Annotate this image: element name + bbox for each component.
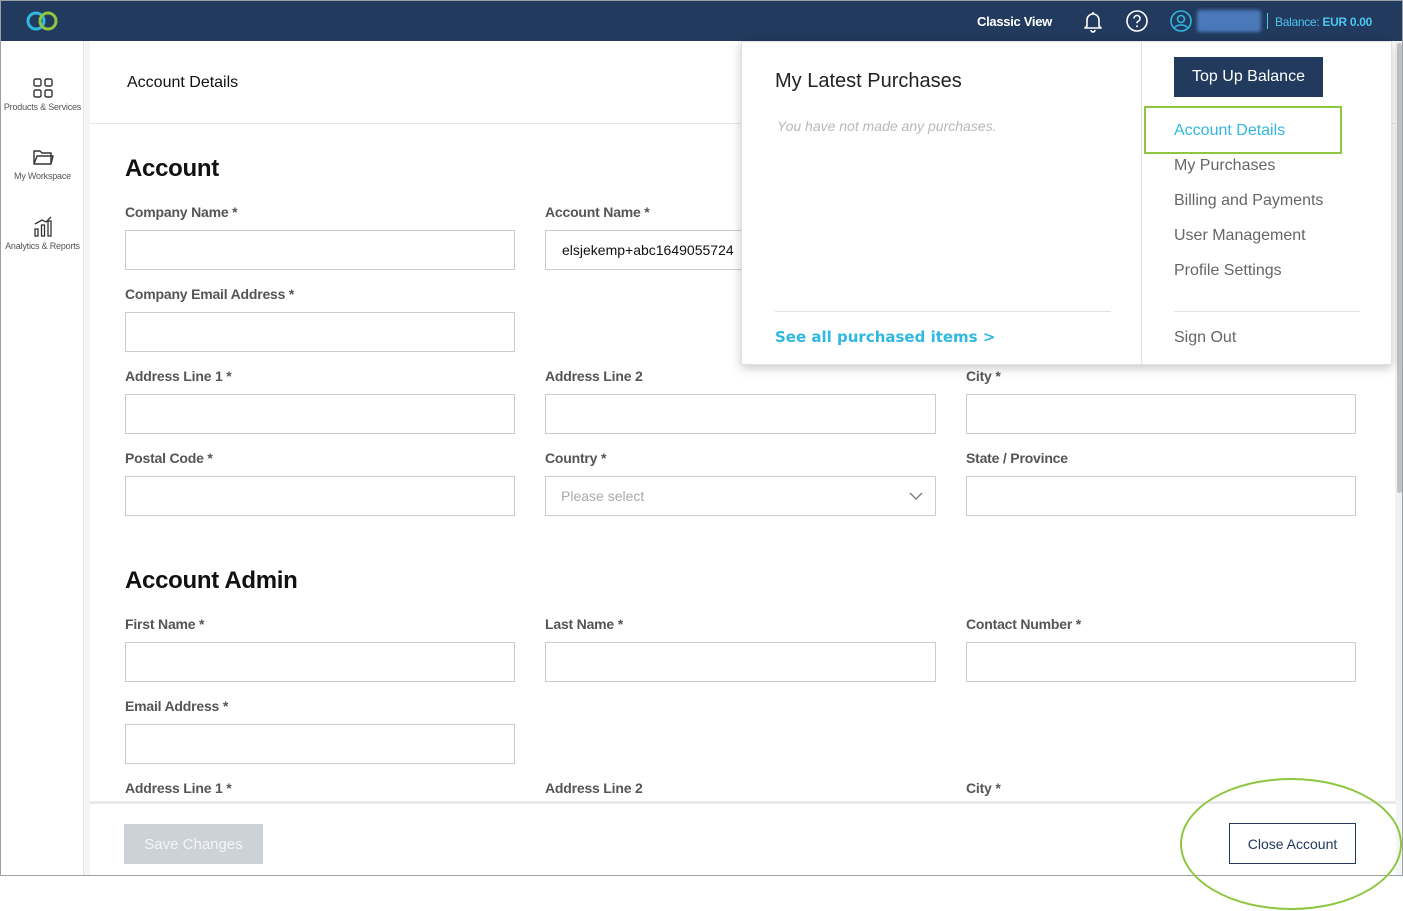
chart-icon — [33, 216, 52, 237]
folder-icon — [32, 150, 54, 165]
company-email-input[interactable] — [125, 312, 515, 352]
logo-icon[interactable] — [25, 9, 59, 33]
address1-label: Address Line 1 * — [125, 368, 232, 384]
app-window: Classic View Balance: EUR 0.00 Products … — [0, 0, 1403, 876]
top-up-balance-button[interactable]: Top Up Balance — [1174, 57, 1323, 97]
no-purchases-text: You have not made any purchases. — [777, 118, 997, 134]
company-email-label: Company Email Address * — [125, 286, 295, 302]
menu-item-user-management[interactable]: User Management — [1174, 227, 1306, 245]
grid-icon — [32, 78, 53, 98]
last-name-input[interactable] — [545, 642, 936, 682]
sidebar-item-label: Products & Services — [3, 102, 82, 112]
email-input[interactable] — [125, 724, 515, 764]
highlight-oval — [1180, 778, 1402, 910]
postal-code-input[interactable] — [125, 476, 515, 516]
sidebar-item-label: My Workspace — [14, 171, 71, 181]
company-name-input[interactable] — [125, 230, 515, 270]
email-label: Email Address * — [125, 698, 229, 714]
country-placeholder: Please select — [561, 488, 645, 504]
bell-icon[interactable] — [1081, 9, 1105, 33]
menu-item-sign-out[interactable]: Sign Out — [1174, 329, 1236, 347]
city-input[interactable] — [966, 394, 1356, 434]
contact-number-label: Contact Number * — [966, 616, 1082, 632]
username-blurred[interactable] — [1197, 10, 1261, 32]
highlight-box — [1144, 106, 1342, 154]
menu-item-my-purchases[interactable]: My Purchases — [1174, 157, 1275, 175]
help-icon[interactable] — [1125, 9, 1149, 33]
topbar-divider — [1267, 13, 1268, 29]
last-name-label: Last Name * — [545, 616, 623, 632]
country-select[interactable]: Please select — [545, 476, 936, 516]
sidebar-item-analytics[interactable]: Analytics & Reports — [1, 215, 84, 251]
sidebar: Products & Services My Workspace Analyti… — [1, 41, 84, 875]
top-bar: Classic View Balance: EUR 0.00 — [1, 1, 1402, 41]
admin-city-label: City * — [966, 780, 1001, 796]
see-all-purchases-link[interactable]: See all purchased items > — [775, 328, 995, 346]
sidebar-item-label: Analytics & Reports — [5, 241, 80, 251]
classic-view-link[interactable]: Classic View — [977, 14, 1052, 29]
divider — [775, 311, 1111, 312]
divider — [1141, 42, 1142, 365]
account-dropdown: My Latest Purchases You have not made an… — [741, 41, 1392, 365]
purchases-title: My Latest Purchases — [775, 70, 962, 92]
contact-number-input[interactable] — [966, 642, 1356, 682]
chevron-down-icon — [909, 492, 923, 500]
state-input[interactable] — [966, 476, 1356, 516]
account-admin-heading: Account Admin — [125, 567, 298, 594]
scrollbar-thumb[interactable] — [1397, 43, 1402, 493]
account-name-label: Account Name * — [545, 204, 650, 220]
menu-item-profile-settings[interactable]: Profile Settings — [1174, 262, 1282, 280]
menu-item-billing-payments[interactable]: Billing and Payments — [1174, 192, 1323, 210]
city-label: City * — [966, 368, 1001, 384]
address2-label: Address Line 2 — [545, 368, 643, 384]
user-icon[interactable] — [1169, 9, 1193, 33]
sidebar-item-workspace[interactable]: My Workspace — [1, 145, 84, 181]
admin-address1-label: Address Line 1 * — [125, 780, 232, 796]
country-label: Country * — [545, 450, 607, 466]
divider — [1174, 311, 1360, 312]
address1-input[interactable] — [125, 394, 515, 434]
account-heading: Account — [125, 155, 219, 182]
state-label: State / Province — [966, 450, 1068, 466]
first-name-input[interactable] — [125, 642, 515, 682]
save-changes-button[interactable]: Save Changes — [124, 824, 263, 864]
address2-input[interactable] — [545, 394, 936, 434]
company-name-label: Company Name * — [125, 204, 238, 220]
balance-display: Balance: EUR 0.00 — [1275, 15, 1372, 29]
postal-code-label: Postal Code * — [125, 450, 213, 466]
admin-address2-label: Address Line 2 — [545, 780, 643, 796]
page-title: Account Details — [127, 74, 239, 91]
first-name-label: First Name * — [125, 616, 205, 632]
sidebar-item-products[interactable]: Products & Services — [1, 76, 84, 112]
